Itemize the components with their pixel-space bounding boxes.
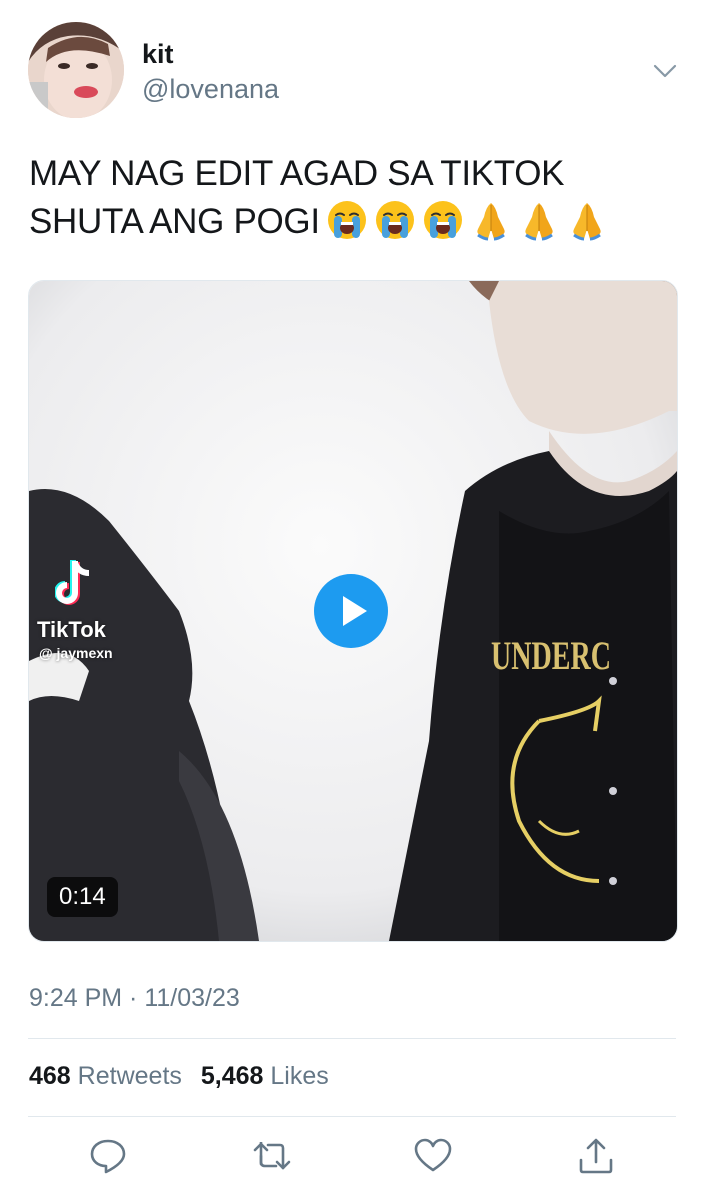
share-icon[interactable]	[576, 1136, 616, 1176]
tweet-text-line-1: MAY NAG EDIT AGAD SA TIKTOK	[29, 154, 565, 193]
divider	[28, 1038, 676, 1039]
retweets-count[interactable]: 468	[29, 1062, 71, 1090]
shirt-print: UNDERC	[491, 633, 611, 678]
user-handle[interactable]: @lovenana	[142, 72, 279, 106]
folded-hands-emoji	[524, 203, 553, 241]
avatar-image	[28, 22, 124, 118]
retweet-icon[interactable]	[252, 1136, 292, 1176]
avatar[interactable]	[28, 22, 124, 118]
play-icon	[343, 596, 367, 626]
loudly-crying-face-emoji	[327, 201, 366, 239]
loudly-crying-face-emoji	[375, 201, 414, 239]
folded-hands-emoji	[572, 203, 601, 241]
folded-hands-emoji	[476, 203, 505, 241]
tiktok-logo-icon	[55, 560, 90, 605]
loudly-crying-face-emoji	[423, 201, 462, 239]
tweet-text: MAY NAG EDIT AGAD SA TIKTOK SHUTA ANG PO…	[29, 150, 679, 246]
reply-icon[interactable]	[88, 1136, 128, 1176]
chevron-down-icon[interactable]	[650, 56, 680, 86]
divider	[28, 1116, 676, 1117]
tiktok-watermark: TikTok @ jaymexn	[35, 559, 165, 669]
likes-count[interactable]: 5,468	[201, 1062, 264, 1090]
video-player[interactable]: UNDERC TikTok @ jaymexn 0:14	[28, 280, 678, 942]
likes-label[interactable]: Likes	[270, 1062, 328, 1090]
tiktok-username: @ jaymexn	[39, 645, 113, 661]
video-duration-badge: 0:14	[47, 877, 118, 917]
tweet-stats: 468 Retweets 5,468 Likes	[29, 1062, 341, 1091]
like-icon[interactable]	[413, 1136, 453, 1176]
tweet-timestamp[interactable]: 9:24 PM · 11/03/23	[29, 984, 240, 1013]
emoji-row	[320, 201, 614, 241]
display-name[interactable]: kit	[142, 38, 174, 70]
retweets-label[interactable]: Retweets	[78, 1062, 182, 1090]
tweet-text-words: SHUTA ANG POGI	[29, 202, 320, 241]
play-button[interactable]	[314, 574, 388, 648]
tweet-text-line-2: SHUTA ANG POGI	[29, 198, 679, 246]
tiktok-label: TikTok	[37, 617, 106, 642]
